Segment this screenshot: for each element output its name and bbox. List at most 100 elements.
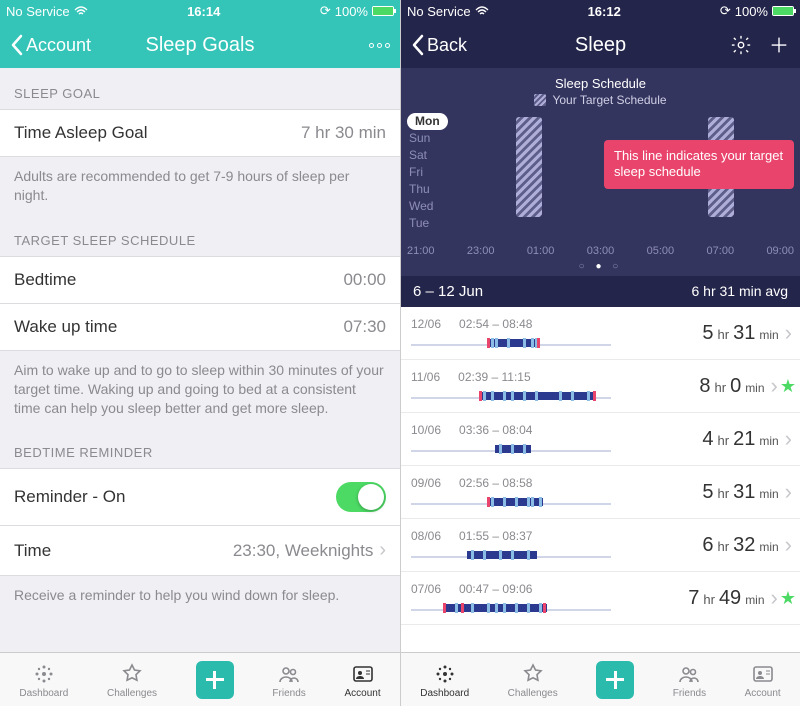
- tab-label: Dashboard: [420, 688, 469, 699]
- battery-percent: 100%: [735, 4, 768, 19]
- tab-bar: Dashboard Challenges Friends Account: [401, 652, 800, 706]
- chart-y-days: MonSunSatFriThuWedTue: [407, 113, 448, 241]
- page-title: Sleep: [575, 34, 626, 57]
- log-duration: 4hr 21min: [679, 428, 779, 451]
- sleep-bar: [411, 600, 611, 614]
- tab-bar: Dashboard Challenges Friends Account: [0, 652, 400, 706]
- row-value: 00:00: [343, 270, 386, 290]
- sleep-log-row[interactable]: 11/0602:39 – 11:158hr 0min›★: [401, 360, 800, 413]
- battery-icon: [772, 6, 794, 16]
- wifi-icon: [74, 6, 88, 16]
- battery-percent: 100%: [335, 4, 368, 19]
- sleep-bar: [411, 441, 611, 455]
- sleep-bar: [411, 494, 611, 508]
- chart-day[interactable]: Sat: [407, 147, 448, 164]
- tab-add[interactable]: [196, 661, 234, 699]
- sleep-bar: [411, 335, 611, 349]
- sleep-log-row[interactable]: 12/06 02:54 – 08:48 5hr 31min ›: [401, 307, 800, 360]
- time-asleep-goal-row[interactable]: Time Asleep Goal 7 hr 30 min: [0, 109, 400, 157]
- account-icon: [350, 661, 376, 687]
- row-value: 07:30: [343, 317, 386, 337]
- sleep-log-row[interactable]: 10/0603:36 – 08:044hr 21min›: [401, 413, 800, 466]
- log-date: 12/06: [411, 317, 441, 331]
- log-duration: 7hr 49min: [665, 587, 765, 610]
- back-button[interactable]: Back: [411, 34, 467, 56]
- reminder-time-row[interactable]: Time 23:30, Weeknights ›: [0, 526, 400, 576]
- more-button[interactable]: [369, 43, 390, 48]
- nav-bar: Account Sleep Goals: [0, 22, 400, 68]
- page-dots[interactable]: ○ ● ○: [401, 261, 800, 272]
- tab-challenges[interactable]: Challenges: [508, 661, 558, 699]
- page-title: Sleep Goals: [146, 34, 255, 57]
- x-tick: 21:00: [407, 245, 435, 257]
- tab-friends[interactable]: Friends: [272, 661, 305, 699]
- reminder-toggle-row[interactable]: Reminder - On: [0, 468, 400, 526]
- tab-dashboard[interactable]: Dashboard: [19, 661, 68, 699]
- tab-dashboard[interactable]: Dashboard: [420, 661, 469, 699]
- row-value: 23:30, Weeknights: [233, 541, 374, 561]
- bedtime-row[interactable]: Bedtime 00:00: [0, 256, 400, 304]
- tab-account[interactable]: Account: [344, 661, 380, 699]
- challenges-icon: [520, 661, 546, 687]
- tab-label: Challenges: [107, 688, 157, 699]
- chart-day[interactable]: Wed: [407, 198, 448, 215]
- chevron-right-icon: ›: [771, 585, 778, 611]
- section-header: SLEEP GOAL: [0, 68, 400, 109]
- log-span: 01:55 – 08:37: [459, 529, 532, 543]
- week-summary-row[interactable]: 6 – 12 Jun 6 hr 31 min avg: [401, 276, 800, 307]
- star-icon: ★: [780, 588, 796, 609]
- tab-label: Dashboard: [19, 688, 68, 699]
- back-label: Account: [26, 35, 91, 56]
- dashboard-icon: [432, 661, 458, 687]
- section-footer: Aim to wake up and to go to sleep within…: [0, 351, 400, 428]
- clock: 16:12: [588, 4, 621, 19]
- section-footer: Receive a reminder to help you wind down…: [0, 576, 400, 615]
- friends-icon: [276, 661, 302, 687]
- tab-challenges[interactable]: Challenges: [107, 661, 157, 699]
- clock: 16:14: [187, 4, 220, 19]
- section-header: BEDTIME REMINDER: [0, 427, 400, 468]
- gear-icon[interactable]: [730, 34, 752, 56]
- target-bedtime-bar: [516, 117, 542, 217]
- chart-day[interactable]: Sun: [407, 130, 448, 147]
- log-duration: 5hr 31min: [679, 322, 779, 345]
- back-label: Back: [427, 35, 467, 56]
- log-span: 02:56 – 08:58: [459, 476, 532, 490]
- log-duration: 6hr 32min: [679, 534, 779, 557]
- back-button[interactable]: Account: [10, 34, 91, 56]
- tab-label: Friends: [272, 688, 305, 699]
- x-tick: 09:00: [766, 245, 794, 257]
- sleep-schedule-chart[interactable]: Sleep Schedule Your Target Schedule MonS…: [401, 68, 800, 276]
- chart-day[interactable]: Mon: [407, 113, 448, 130]
- tab-add[interactable]: [596, 661, 634, 699]
- section-header: TARGET SLEEP SCHEDULE: [0, 215, 400, 256]
- carrier-text: No Service: [6, 4, 70, 19]
- row-label: Bedtime: [14, 270, 76, 290]
- chart-day[interactable]: Fri: [407, 164, 448, 181]
- chart-day[interactable]: Thu: [407, 181, 448, 198]
- x-tick: 05:00: [647, 245, 675, 257]
- wakeup-row[interactable]: Wake up time 07:30: [0, 304, 400, 351]
- log-date: 09/06: [411, 476, 441, 490]
- carrier-text: No Service: [407, 4, 471, 19]
- sleep-log-row[interactable]: 09/0602:56 – 08:585hr 31min›: [401, 466, 800, 519]
- chevron-right-icon: ›: [785, 320, 792, 346]
- rotation-lock-icon: ⟳: [720, 3, 731, 19]
- row-label: Time: [14, 541, 51, 561]
- status-bar: No Service 16:14 ⟳ 100%: [0, 0, 400, 22]
- legend-label: Your Target Schedule: [552, 93, 666, 107]
- tab-friends[interactable]: Friends: [673, 661, 706, 699]
- sleep-log-row[interactable]: 07/0600:47 – 09:067hr 49min›★: [401, 572, 800, 625]
- chevron-right-icon: ›: [771, 373, 778, 399]
- star-icon: ★: [780, 376, 796, 397]
- plus-icon[interactable]: [768, 34, 790, 56]
- x-tick: 07:00: [707, 245, 735, 257]
- tab-account[interactable]: Account: [745, 661, 781, 699]
- chart-day[interactable]: Tue: [407, 215, 448, 232]
- chevron-right-icon: ›: [785, 532, 792, 558]
- reminder-switch[interactable]: [336, 482, 386, 512]
- log-span: 02:54 – 08:48: [459, 317, 532, 331]
- log-date: 07/06: [411, 582, 441, 596]
- sleep-log-row[interactable]: 08/0601:55 – 08:376hr 32min›: [401, 519, 800, 572]
- chart-title: Sleep Schedule: [401, 76, 800, 91]
